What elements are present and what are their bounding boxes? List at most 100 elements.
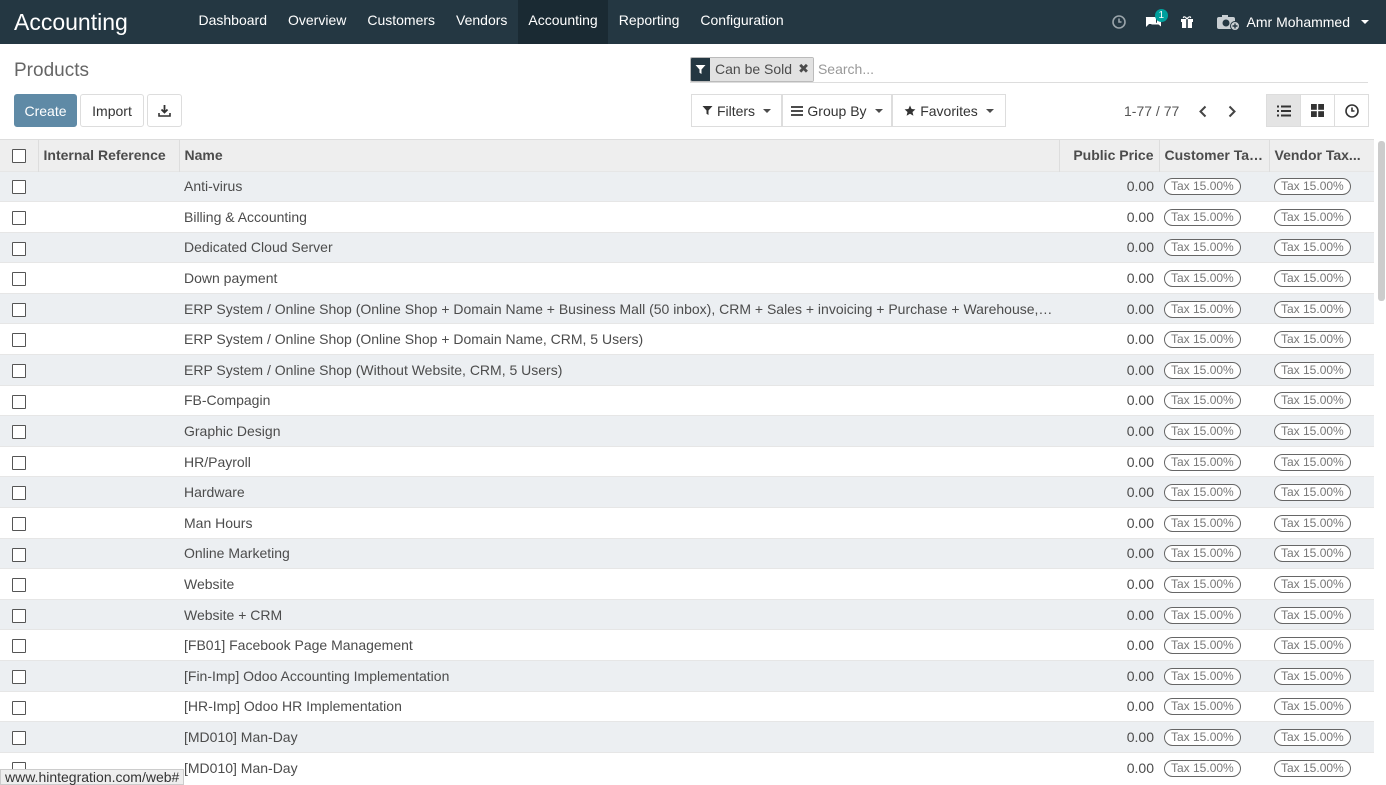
table-row[interactable]: [MD010] Man-Day 0.00 Tax 15.00% Tax 15.00%	[0, 752, 1374, 783]
row-checkbox[interactable]	[12, 608, 26, 623]
group-by-dropdown[interactable]: Group By	[782, 94, 892, 127]
row-checkbox-cell[interactable]	[0, 446, 38, 477]
filters-dropdown[interactable]: Filters	[691, 94, 782, 127]
row-checkbox[interactable]	[12, 731, 26, 746]
create-button[interactable]: Create	[14, 94, 77, 127]
row-checkbox[interactable]	[12, 455, 26, 470]
column-header-vendor-taxes[interactable]: Vendor Tax...	[1269, 140, 1374, 171]
filter-icon	[691, 57, 710, 81]
pager-previous-button[interactable]	[1193, 99, 1213, 123]
export-download-button[interactable]	[147, 94, 182, 127]
row-checkbox-cell[interactable]	[0, 324, 38, 355]
cell-public-price: 0.00	[1126, 239, 1154, 256]
row-checkbox-cell[interactable]	[0, 599, 38, 630]
menu-item-configuration[interactable]: Configuration	[690, 0, 794, 44]
table-row[interactable]: ERP System / Online Shop (Online Shop + …	[0, 323, 1374, 355]
row-checkbox[interactable]	[12, 669, 26, 684]
facet-remove-icon[interactable]: ✖	[798, 61, 809, 77]
row-checkbox-cell[interactable]	[0, 477, 38, 508]
chevron-right-icon	[1228, 105, 1236, 117]
row-checkbox[interactable]	[12, 211, 26, 226]
row-checkbox[interactable]	[12, 241, 26, 256]
table-row[interactable]: Billing & Accounting 0.00 Tax 15.00% Tax 15…	[0, 201, 1374, 233]
menu-item-accounting[interactable]: Accounting	[517, 0, 609, 44]
table-row[interactable]: [Fin-Imp] Odoo Accounting Implementation…	[0, 660, 1374, 692]
row-checkbox[interactable]	[12, 547, 26, 562]
row-checkbox[interactable]	[12, 180, 26, 195]
row-checkbox-cell[interactable]	[0, 416, 38, 447]
menu-item-dashboard[interactable]: Dashboard	[188, 0, 278, 44]
table-row[interactable]: Dedicated Cloud Server 0.00 Tax 15.00% Tax …	[0, 232, 1374, 263]
row-checkbox-cell[interactable]	[0, 171, 38, 202]
search-input[interactable]	[817, 61, 1118, 77]
column-header-customer-taxes[interactable]: Customer Taxes	[1159, 140, 1270, 171]
row-checkbox[interactable]	[12, 425, 26, 440]
row-checkbox-cell[interactable]	[0, 263, 38, 294]
cell-public-price: 0.00	[1126, 331, 1154, 348]
table-row[interactable]: Graphic Design 0.00 Tax 15.00% Tax 15.00%	[0, 415, 1374, 447]
row-checkbox-cell[interactable]	[0, 355, 38, 386]
row-checkbox-cell[interactable]	[0, 538, 38, 569]
table-row[interactable]: Anti-virus 0.00 Tax 15.00% Tax 15.00%	[0, 171, 1374, 202]
favorites-dropdown[interactable]: Favorites	[892, 94, 1006, 127]
pager-value[interactable]: 1-77 / 77	[1124, 103, 1179, 119]
row-checkbox-cell[interactable]	[0, 508, 38, 539]
row-checkbox[interactable]	[12, 364, 26, 378]
menu-item-overview[interactable]: Overview	[278, 0, 357, 44]
table-row[interactable]: FB-Compagin 0.00 Tax 15.00% Tax 15.00%	[0, 385, 1374, 416]
row-checkbox[interactable]	[12, 578, 26, 593]
pager-next-button[interactable]	[1222, 99, 1242, 123]
table-row[interactable]: Man Hours 0.00 Tax 15.00% Tax 15.00%	[0, 507, 1374, 539]
row-checkbox[interactable]	[12, 333, 26, 348]
cell-name: ERP System / Online Shop (Without Websit…	[184, 361, 563, 378]
row-checkbox-cell[interactable]	[0, 691, 38, 722]
app-title[interactable]: Accounting	[0, 9, 188, 36]
activity-clock-icon[interactable]	[1102, 0, 1136, 44]
row-checkbox-cell[interactable]	[0, 385, 38, 416]
row-checkbox[interactable]	[12, 516, 26, 531]
table-row[interactable]: HR/Payroll 0.00 Tax 15.00% Tax 15.00%	[0, 446, 1374, 477]
user-menu[interactable]: Amr Mohammed	[1204, 13, 1386, 31]
row-checkbox-cell[interactable]	[0, 722, 38, 753]
table-row[interactable]: ERP System / Online Shop (Without Websit…	[0, 354, 1374, 386]
select-all-checkbox-cell[interactable]	[0, 140, 39, 171]
cell-public-price: 0.00	[1126, 606, 1154, 623]
column-header-internal-reference[interactable]: Internal Reference	[38, 140, 180, 171]
table-row[interactable]: Down payment 0.00 Tax 15.00% Tax 15.00%	[0, 262, 1374, 294]
table-row[interactable]: [HR-Imp] Odoo HR Implementation 0.00 Tax 1…	[0, 691, 1374, 722]
menu-item-reporting[interactable]: Reporting	[608, 0, 690, 44]
row-checkbox-cell[interactable]	[0, 293, 38, 324]
activity-view-button[interactable]	[1334, 94, 1369, 127]
menu-item-vendors[interactable]: Vendors	[446, 0, 518, 44]
table-row[interactable]: Website 0.00 Tax 15.00% Tax 15.00%	[0, 568, 1374, 600]
row-checkbox[interactable]	[12, 486, 26, 501]
row-checkbox-cell[interactable]	[0, 232, 38, 263]
row-checkbox-cell[interactable]	[0, 202, 38, 233]
table-row[interactable]: ERP System / Online Shop (Online Shop + …	[0, 293, 1374, 324]
table-row[interactable]: [MD010] Man-Day 0.00 Tax 15.00% Tax 15.00%	[0, 721, 1374, 753]
row-checkbox-cell[interactable]	[0, 661, 38, 692]
table-row[interactable]: [FB01] Facebook Page Management 0.00 Tax 1…	[0, 629, 1374, 661]
row-checkbox-cell[interactable]	[0, 569, 38, 600]
row-checkbox[interactable]	[12, 700, 26, 715]
cell-vendor-taxes: Tax 15.00%	[1269, 477, 1374, 508]
menu-item-customers[interactable]: Customers	[357, 0, 446, 44]
import-button[interactable]: Import	[80, 94, 144, 127]
gift-icon[interactable]	[1170, 0, 1204, 44]
table-row[interactable]: Online Marketing 0.00 Tax 15.00% Tax 15.00%	[0, 538, 1374, 569]
table-row[interactable]: Website + CRM 0.00 Tax 15.00% Tax 15.00%	[0, 599, 1374, 630]
messages-icon[interactable]: 1	[1136, 0, 1170, 44]
vertical-scrollbar[interactable]	[1378, 141, 1385, 301]
kanban-view-button[interactable]	[1300, 94, 1335, 127]
row-checkbox[interactable]	[12, 394, 26, 409]
row-checkbox-cell[interactable]	[0, 630, 38, 661]
select-all-checkbox[interactable]	[12, 149, 26, 164]
row-checkbox[interactable]	[12, 302, 26, 317]
table-row[interactable]: Hardware 0.00 Tax 15.00% Tax 15.00%	[0, 476, 1374, 508]
row-checkbox[interactable]	[12, 639, 26, 654]
list-view-button[interactable]	[1266, 94, 1301, 127]
cell-name: Graphic Design	[184, 423, 281, 440]
column-header-name[interactable]: Name	[179, 140, 1060, 171]
row-checkbox[interactable]	[12, 272, 26, 287]
column-header-public-price[interactable]: Public Price	[1059, 140, 1160, 171]
